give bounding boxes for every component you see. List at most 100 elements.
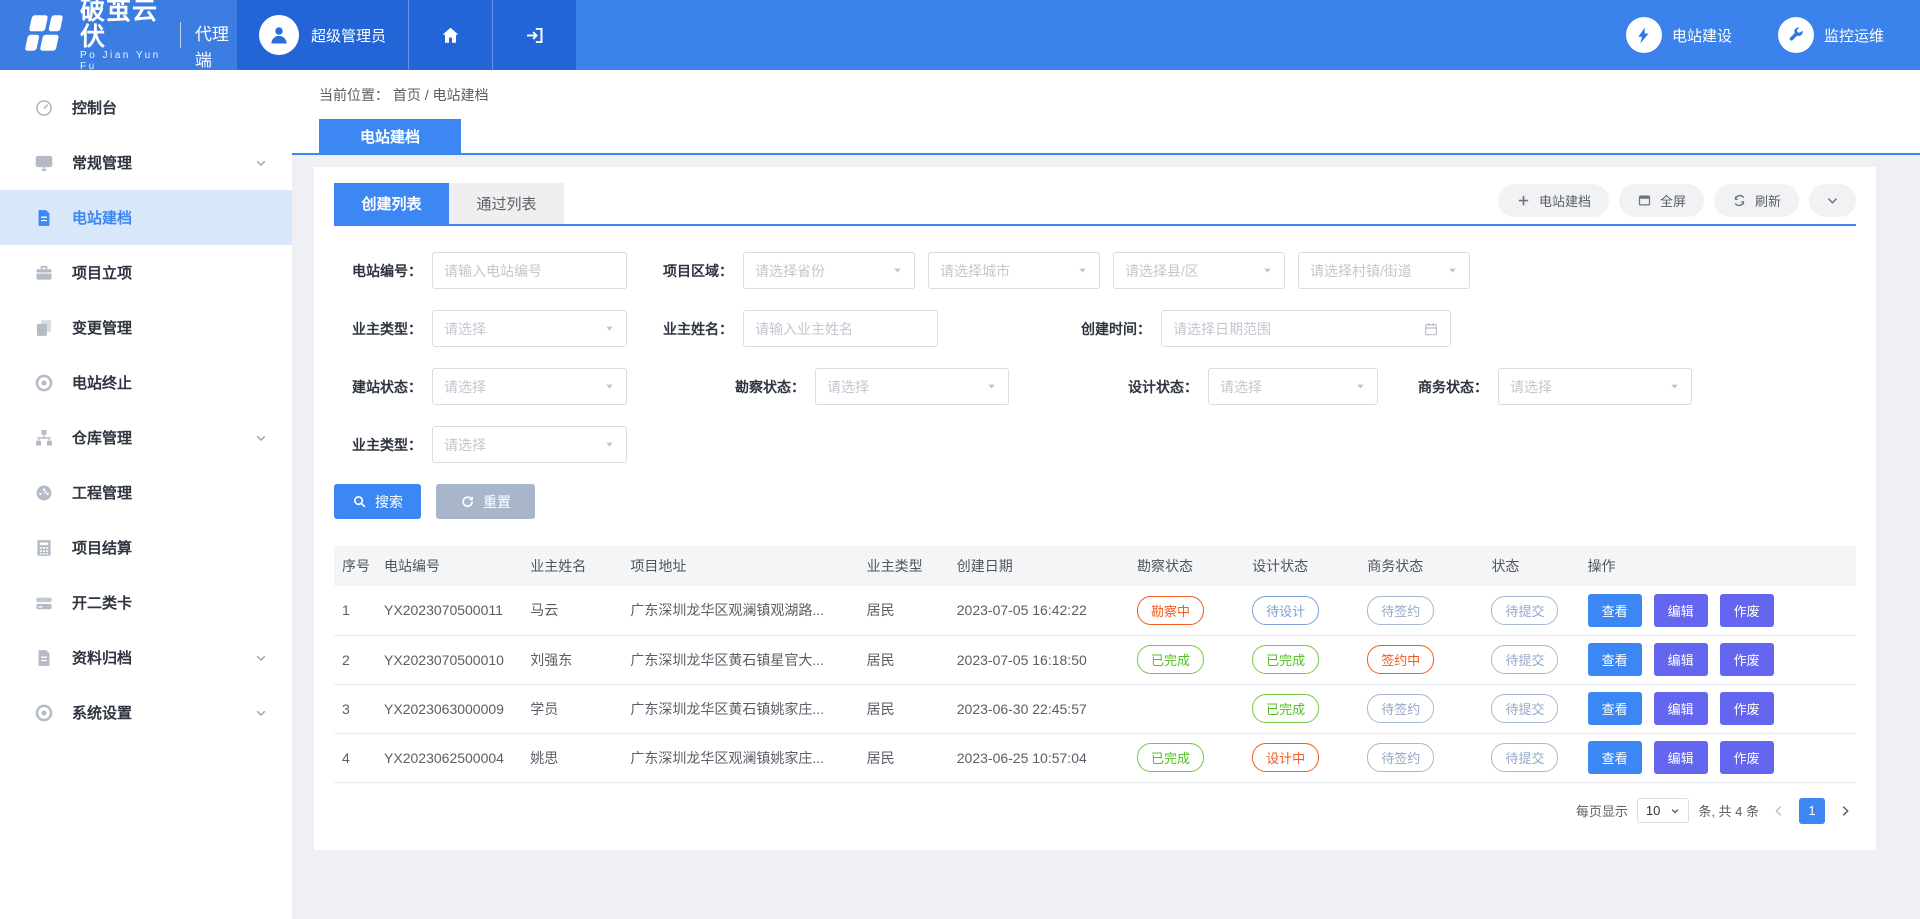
view-button[interactable]: 查看 xyxy=(1588,594,1642,627)
void-button[interactable]: 作废 xyxy=(1720,643,1774,676)
caret-down-icon xyxy=(604,323,615,334)
text-input[interactable]: 请输入业主姓名 xyxy=(743,310,938,347)
page-size-value: 10 xyxy=(1646,803,1660,818)
status-badge: 待签约 xyxy=(1367,694,1434,723)
filter-group: 业主类型：请选择 xyxy=(334,426,640,463)
select-input[interactable]: 请选择 xyxy=(815,368,1009,405)
sidebar-item[interactable]: 仓库管理 xyxy=(0,410,292,465)
status-badge: 已完成 xyxy=(1137,743,1204,772)
cell-design: 待设计 xyxy=(1244,586,1359,635)
quick-link-wrench[interactable]: 监控运维 xyxy=(1778,17,1884,53)
sidebar-item[interactable]: 系统设置 xyxy=(0,685,292,740)
cell-actions: 查看编辑作废 xyxy=(1580,733,1856,782)
select-input[interactable]: 请选择县/区 xyxy=(1113,252,1285,289)
cell-code: YX2023070500011 xyxy=(376,586,522,635)
toolbar-button[interactable]: 电站建档 xyxy=(1498,184,1609,217)
void-button[interactable]: 作废 xyxy=(1720,692,1774,725)
reset-label: 重置 xyxy=(483,492,511,512)
filter-row: 电站编号：请输入电站编号项目区域：请选择省份请选择城市请选择县/区请选择村镇/街… xyxy=(334,252,1856,289)
wrench-icon xyxy=(1786,26,1805,45)
reset-button[interactable]: 重置 xyxy=(436,484,535,519)
view-button[interactable]: 查看 xyxy=(1588,692,1642,725)
select-input[interactable]: 请选择 xyxy=(432,368,627,405)
home-button[interactable] xyxy=(408,0,492,70)
void-button[interactable]: 作废 xyxy=(1720,741,1774,774)
current-page-button[interactable]: 1 xyxy=(1799,798,1825,824)
cell-design: 设计中 xyxy=(1244,733,1359,782)
sidebar-item[interactable]: 电站终止 xyxy=(0,355,292,410)
void-button[interactable]: 作废 xyxy=(1720,594,1774,627)
chevron-down-icon xyxy=(1825,193,1840,208)
archive-icon xyxy=(34,648,54,668)
view-button[interactable]: 查看 xyxy=(1588,643,1642,676)
sidebar: 控制台常规管理电站建档项目立项变更管理电站终止仓库管理工程管理项目结算开二类卡资… xyxy=(0,70,292,919)
user-menu[interactable]: 超级管理员 xyxy=(237,0,408,70)
page-tab[interactable]: 电站建档 xyxy=(319,119,461,153)
list-tab[interactable]: 创建列表 xyxy=(334,183,449,224)
sidebar-item[interactable]: 项目立项 xyxy=(0,245,292,300)
per-page-label: 每页显示 xyxy=(1576,801,1628,820)
table-header-row: 序号电站编号业主姓名项目地址业主类型创建日期勘察状态设计状态商务状态状态操作 xyxy=(334,546,1856,586)
status-badge: 待提交 xyxy=(1491,743,1558,772)
text-input[interactable]: 请输入电站编号 xyxy=(432,252,627,289)
status-badge: 已完成 xyxy=(1252,645,1319,674)
filter-group: 业主类型：请选择 xyxy=(334,310,640,347)
select-input[interactable]: 请选择 xyxy=(432,310,627,347)
sidebar-item[interactable]: 项目结算 xyxy=(0,520,292,575)
page-header-strip: 当前位置： 首页 / 电站建档 电站建档 xyxy=(292,70,1920,155)
toolbar-button[interactable]: 刷新 xyxy=(1714,184,1799,217)
calendar-icon xyxy=(1423,321,1439,337)
cell-type: 居民 xyxy=(859,586,949,635)
sidebar-item[interactable]: 资料归档 xyxy=(0,630,292,685)
sidebar-item[interactable]: 电站建档 xyxy=(0,190,292,245)
document-icon xyxy=(34,208,54,228)
select-input[interactable]: 请选择 xyxy=(1498,368,1692,405)
quick-link-label: 电站建设 xyxy=(1672,25,1732,46)
edit-button[interactable]: 编辑 xyxy=(1654,741,1708,774)
next-page-button[interactable] xyxy=(1834,804,1856,818)
cell-survey: 勘察中 xyxy=(1129,586,1244,635)
caret-down-icon xyxy=(1077,265,1088,276)
cell-status: 待提交 xyxy=(1483,684,1579,733)
filter-group: 项目区域：请选择省份请选择城市请选择县/区请选择村镇/街道 xyxy=(645,252,1483,289)
page-size-select[interactable]: 10 xyxy=(1637,798,1689,823)
cell-actions: 查看编辑作废 xyxy=(1580,684,1856,733)
sidebar-item[interactable]: 控制台 xyxy=(0,80,292,135)
table-row: 4YX2023062500004姚思广东深圳龙华区观澜镇姚家庄...居民2023… xyxy=(334,733,1856,782)
sidebar-item[interactable]: 工程管理 xyxy=(0,465,292,520)
sidebar-item[interactable]: 开二类卡 xyxy=(0,575,292,630)
edit-button[interactable]: 编辑 xyxy=(1654,692,1708,725)
header-spacer xyxy=(576,0,1626,70)
sidebar-item[interactable]: 变更管理 xyxy=(0,300,292,355)
top-header: 破茧云伏 Po Jian Yun Fu 代理端 超级管理员 电站建设监控运维 xyxy=(0,0,1920,70)
prev-page-button[interactable] xyxy=(1768,804,1790,818)
toolbar-button[interactable] xyxy=(1809,184,1856,217)
edit-button[interactable]: 编辑 xyxy=(1654,643,1708,676)
caret-down-icon xyxy=(604,381,615,392)
select-input[interactable]: 请选择 xyxy=(1208,368,1378,405)
toolbar-button[interactable]: 全屏 xyxy=(1619,184,1704,217)
select-input[interactable]: 请选择 xyxy=(432,426,627,463)
sidebar-item[interactable]: 常规管理 xyxy=(0,135,292,190)
select-input[interactable]: 请选择城市 xyxy=(928,252,1100,289)
cell-index: 3 xyxy=(334,684,376,733)
list-tab[interactable]: 通过列表 xyxy=(449,183,564,224)
select-input[interactable]: 请选择村镇/街道 xyxy=(1298,252,1470,289)
quick-link-lightning[interactable]: 电站建设 xyxy=(1626,17,1732,53)
sidebar-item-label: 常规管理 xyxy=(72,152,132,173)
status-badge: 待设计 xyxy=(1252,596,1319,625)
breadcrumb-label: 当前位置： xyxy=(319,87,389,103)
gauge-icon xyxy=(34,483,54,503)
sidebar-item-label: 变更管理 xyxy=(72,317,132,338)
cell-address: 广东深圳龙华区观澜镇姚家庄... xyxy=(622,733,858,782)
quick-link-circle xyxy=(1626,17,1662,53)
date-range-input[interactable]: 请选择日期范围 xyxy=(1161,310,1451,347)
select-input[interactable]: 请选择省份 xyxy=(743,252,915,289)
settings-icon xyxy=(34,703,54,723)
search-button[interactable]: 搜索 xyxy=(334,484,421,519)
logout-button[interactable] xyxy=(492,0,576,70)
view-button[interactable]: 查看 xyxy=(1588,741,1642,774)
table-row: 3YX2023063000009学员广东深圳龙华区黄石镇姚家庄...居民2023… xyxy=(334,684,1856,733)
edit-button[interactable]: 编辑 xyxy=(1654,594,1708,627)
pagination: 每页显示 10 条, 共 4 条 1 xyxy=(334,798,1856,824)
